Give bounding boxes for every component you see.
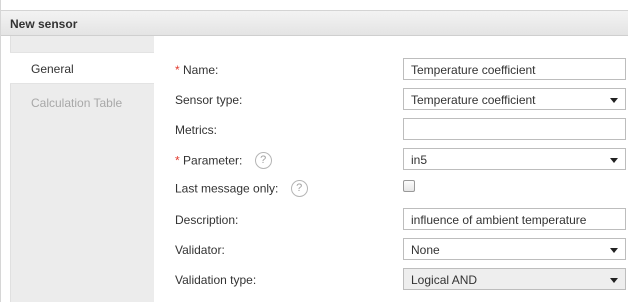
name-label: * Name: [175,63,218,77]
validator-value: None [411,243,440,257]
new-sensor-dialog: New sensor General Calculation Table * N… [0,0,628,302]
chevron-down-icon [610,278,618,283]
help-icon[interactable]: ? [254,152,272,169]
validation-type-label: Validation type: [175,273,257,287]
sensor-type-value: Temperature coefficient [411,93,536,107]
help-icon[interactable]: ? [290,180,308,197]
parameter-select[interactable]: in5 [403,148,626,170]
name-input[interactable]: Temperature coefficient [403,58,626,80]
last-message-only-label: Last message only: ? [175,180,308,198]
chevron-down-icon [610,158,618,163]
name-label-text: Name: [183,63,219,77]
last-message-only-label-text: Last message only: [175,181,279,196]
dialog-title: New sensor [1,10,628,36]
tab-general[interactable]: General [10,52,154,84]
metrics-input[interactable] [403,118,626,140]
required-marker: * [175,153,180,168]
parameter-label: * Parameter: ? [175,152,272,170]
tab-calculation-table[interactable]: Calculation Table [10,87,154,119]
validator-label: Validator: [175,243,225,257]
parameter-value: in5 [411,153,428,167]
chevron-down-icon [610,248,618,253]
description-input[interactable]: influence of ambient temperature [403,208,626,230]
validator-select[interactable]: None [403,238,626,260]
required-marker: * [175,63,180,77]
chevron-down-icon [610,98,618,103]
last-message-only-checkbox[interactable] [403,180,415,192]
parameter-label-text: Parameter: [183,153,243,168]
sensor-type-label: Sensor type: [175,93,243,107]
description-label: Description: [175,213,239,227]
validation-type-select[interactable]: Logical AND [403,268,626,290]
metrics-label: Metrics: [175,123,217,137]
validation-type-value: Logical AND [411,273,478,287]
sensor-type-select[interactable]: Temperature coefficient [403,88,626,110]
